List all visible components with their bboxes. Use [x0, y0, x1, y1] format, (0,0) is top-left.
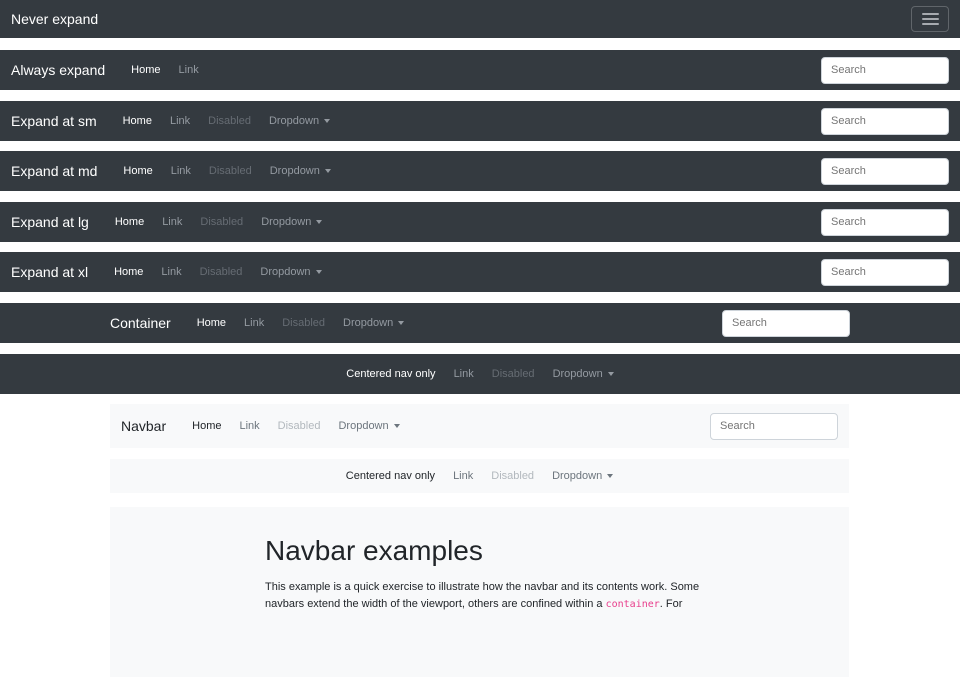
nav-link-dropdown[interactable]: Dropdown: [334, 317, 413, 329]
nav-link-link[interactable]: Link: [230, 420, 268, 432]
navbar-centered-dark: Centered nav only Link Disabled Dropdown: [0, 354, 960, 394]
nav-link-home[interactable]: Home: [183, 420, 230, 432]
navbar-brand[interactable]: Expand at md: [11, 163, 97, 179]
navbar-never-expand: Never expand: [0, 0, 960, 38]
nav-link-home[interactable]: Home: [122, 64, 169, 76]
nav-link-dropdown[interactable]: Dropdown: [261, 165, 340, 177]
chevron-down-icon: [607, 474, 613, 478]
navbar-brand[interactable]: Expand at lg: [11, 214, 89, 230]
chevron-down-icon: [394, 424, 400, 428]
jumbotron: Navbar examples This example is a quick …: [110, 507, 849, 677]
nav-link-link[interactable]: Link: [152, 266, 190, 278]
chevron-down-icon: [325, 169, 331, 173]
nav-link-dropdown[interactable]: Dropdown: [252, 216, 331, 228]
search-input[interactable]: [821, 158, 949, 185]
menu-toggle-button[interactable]: [911, 6, 949, 32]
nav-link-disabled: Disabled: [191, 216, 252, 228]
search-input[interactable]: [821, 209, 949, 236]
dropdown-label: Dropdown: [338, 420, 388, 432]
nav-link-home[interactable]: Home: [188, 317, 235, 329]
navbar-brand[interactable]: Container: [110, 315, 171, 331]
navbar-brand[interactable]: Never expand: [11, 11, 98, 27]
chevron-down-icon: [398, 321, 404, 325]
navbar-nav: Home Link: [122, 64, 208, 76]
navbar-container-inner: Container Home Link Disabled Dropdown: [110, 303, 850, 343]
dropdown-label: Dropdown: [343, 317, 393, 329]
navbar-nav: Home Link Disabled Dropdown: [114, 165, 339, 177]
nav-link-disabled: Disabled: [199, 115, 260, 127]
navbar-brand[interactable]: Expand at xl: [11, 264, 88, 280]
dropdown-label: Dropdown: [269, 115, 319, 127]
nav-link-link[interactable]: Link: [153, 216, 191, 228]
dropdown-label: Dropdown: [553, 368, 603, 380]
intro-line-1: This example is a quick exercise to illu…: [265, 581, 699, 593]
nav-link-disabled: Disabled: [200, 165, 261, 177]
hamburger-icon: [922, 23, 939, 25]
navbar-brand[interactable]: Navbar: [121, 418, 166, 434]
nav-link-centered[interactable]: Centered nav only: [337, 368, 444, 380]
navbar-expand-lg: Expand at lg Home Link Disabled Dropdown: [0, 202, 960, 242]
navbar-container: Container Home Link Disabled Dropdown: [0, 303, 960, 343]
search-input[interactable]: [821, 259, 949, 286]
jumbotron-content: Navbar examples This example is a quick …: [265, 535, 835, 613]
nav-link-disabled: Disabled: [269, 420, 330, 432]
nav-link-link[interactable]: Link: [235, 317, 273, 329]
navbar-nav: Home Link Disabled Dropdown: [183, 420, 408, 432]
navbar-nav: Home Link Disabled Dropdown: [114, 115, 339, 127]
dropdown-label: Dropdown: [261, 216, 311, 228]
dropdown-label: Dropdown: [270, 165, 320, 177]
nav-link-disabled: Disabled: [482, 470, 543, 482]
container-code-token: container: [606, 599, 660, 610]
nav-link-dropdown[interactable]: Dropdown: [251, 266, 330, 278]
search-input[interactable]: [722, 310, 850, 337]
page-title: Navbar examples: [265, 535, 835, 567]
nav-link-dropdown[interactable]: Dropdown: [543, 470, 622, 482]
navbar-centered-light: Centered nav only Link Disabled Dropdown: [110, 459, 849, 493]
navbar-expand-md: Expand at md Home Link Disabled Dropdown: [0, 151, 960, 191]
chevron-down-icon: [608, 372, 614, 376]
nav-link-home[interactable]: Home: [114, 165, 161, 177]
nav-link-link[interactable]: Link: [170, 64, 208, 76]
navbar-nav: Centered nav only Link Disabled Dropdown: [337, 368, 622, 380]
nav-link-home[interactable]: Home: [105, 266, 152, 278]
chevron-down-icon: [316, 220, 322, 224]
search-input[interactable]: [821, 108, 949, 135]
nav-link-dropdown[interactable]: Dropdown: [260, 115, 339, 127]
search-input[interactable]: [710, 413, 838, 440]
navbar-always-expand: Always expand Home Link: [0, 50, 960, 90]
navbar-expand-xl: Expand at xl Home Link Disabled Dropdown: [0, 252, 960, 292]
nav-link-dropdown[interactable]: Dropdown: [329, 420, 408, 432]
nav-link-home[interactable]: Home: [114, 115, 161, 127]
navbar-nav: Home Link Disabled Dropdown: [106, 216, 331, 228]
nav-link-disabled: Disabled: [273, 317, 334, 329]
nav-link-home[interactable]: Home: [106, 216, 153, 228]
nav-link-dropdown[interactable]: Dropdown: [544, 368, 623, 380]
navbar-nav: Centered nav only Link Disabled Dropdown: [337, 470, 622, 482]
nav-link-centered[interactable]: Centered nav only: [337, 470, 444, 482]
hamburger-icon: [922, 18, 939, 20]
navbar-brand[interactable]: Expand at sm: [11, 113, 97, 129]
chevron-down-icon: [316, 270, 322, 274]
search-input[interactable]: [821, 57, 949, 84]
dropdown-label: Dropdown: [260, 266, 310, 278]
intro-paragraph: This example is a quick exercise to illu…: [265, 579, 835, 613]
navbar-nav: Home Link Disabled Dropdown: [188, 317, 413, 329]
navbar-nav: Home Link Disabled Dropdown: [105, 266, 330, 278]
navbar-light: Navbar Home Link Disabled Dropdown: [110, 404, 849, 448]
nav-link-disabled: Disabled: [483, 368, 544, 380]
navbar-brand[interactable]: Always expand: [11, 62, 105, 78]
nav-link-link[interactable]: Link: [444, 470, 482, 482]
nav-link-link[interactable]: Link: [445, 368, 483, 380]
nav-link-link[interactable]: Link: [161, 115, 199, 127]
hamburger-icon: [922, 13, 939, 15]
navbar-expand-sm: Expand at sm Home Link Disabled Dropdown: [0, 101, 960, 141]
nav-link-link[interactable]: Link: [162, 165, 200, 177]
chevron-down-icon: [324, 119, 330, 123]
nav-link-disabled: Disabled: [191, 266, 252, 278]
dropdown-label: Dropdown: [552, 470, 602, 482]
